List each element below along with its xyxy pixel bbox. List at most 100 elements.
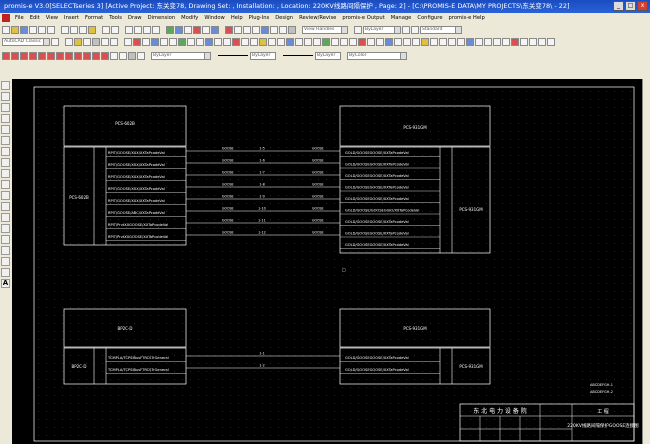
- edit-m-icon[interactable]: [232, 37, 240, 46]
- calculator-icon[interactable]: [202, 25, 210, 34]
- layer-state-icon[interactable]: [101, 37, 109, 46]
- open-folder-icon[interactable]: [11, 25, 19, 34]
- edit-ae-icon[interactable]: [394, 37, 402, 46]
- edit-y-icon[interactable]: [340, 37, 348, 46]
- rectangle-icon[interactable]: [1, 125, 10, 134]
- edit-av-icon[interactable]: [547, 37, 555, 46]
- layer-color-icon[interactable]: [92, 37, 100, 46]
- point-tool-icon[interactable]: [110, 51, 118, 60]
- insert-block-icon[interactable]: [1, 202, 10, 211]
- workspace-settings-icon[interactable]: [51, 37, 59, 46]
- edit-an-icon[interactable]: [475, 37, 483, 46]
- menu-design[interactable]: Design: [272, 15, 296, 21]
- spline-icon[interactable]: [1, 169, 10, 178]
- edit-aq-icon[interactable]: [502, 37, 510, 46]
- edit-j-icon[interactable]: [205, 37, 213, 46]
- arc-icon[interactable]: [1, 136, 10, 145]
- edit-ab-icon[interactable]: [367, 37, 375, 46]
- spline-tool-icon[interactable]: [74, 51, 82, 60]
- edit-t-icon[interactable]: [295, 37, 303, 46]
- copy-icon[interactable]: [70, 25, 78, 34]
- edit-ai-icon[interactable]: [430, 37, 438, 46]
- table-icon[interactable]: [1, 268, 10, 277]
- promise-symbol-icon[interactable]: [243, 25, 251, 34]
- promise-wire-icon[interactable]: [252, 25, 260, 34]
- pline-tool-icon[interactable]: [20, 51, 28, 60]
- right-scrollbar[interactable]: [642, 79, 650, 444]
- plotstyle-combo[interactable]: ByColor: [347, 51, 407, 60]
- edit-k-icon[interactable]: [214, 37, 222, 46]
- maximize-button[interactable]: □: [625, 1, 636, 11]
- workspace-combo[interactable]: AutoCAD Classic: [2, 37, 50, 46]
- menu-help[interactable]: Help: [228, 15, 246, 21]
- edit-r-icon[interactable]: [277, 37, 285, 46]
- layer-lock-icon[interactable]: [83, 37, 91, 46]
- edit-c-icon[interactable]: [142, 37, 150, 46]
- edit-aj-icon[interactable]: [439, 37, 447, 46]
- arc-tool-icon[interactable]: [47, 51, 55, 60]
- pan-icon[interactable]: [125, 25, 133, 34]
- new-file-icon[interactable]: [2, 25, 10, 34]
- paste-icon[interactable]: [79, 25, 87, 34]
- zoom-icon[interactable]: [134, 25, 142, 34]
- construction-line-icon[interactable]: [1, 92, 10, 101]
- promise-project-icon[interactable]: [225, 25, 233, 34]
- region-tool-icon[interactable]: [137, 51, 145, 60]
- edit-g-icon[interactable]: [178, 37, 186, 46]
- markup-icon[interactable]: [193, 25, 201, 34]
- view-handles-combo[interactable]: View Handles: [302, 25, 348, 34]
- edit-ad-icon[interactable]: [385, 37, 393, 46]
- help-icon[interactable]: [211, 25, 219, 34]
- promise-page-icon[interactable]: [234, 25, 242, 34]
- menu-review[interactable]: Review/Revise: [296, 15, 339, 21]
- promise-settings-icon[interactable]: [288, 25, 296, 34]
- layer-on-icon[interactable]: [65, 37, 73, 46]
- promise-terminal-icon[interactable]: [279, 25, 287, 34]
- color-combo-top[interactable]: ByLayer: [363, 25, 401, 34]
- edit-ak-icon[interactable]: [448, 37, 456, 46]
- edit-p-icon[interactable]: [259, 37, 267, 46]
- menu-window[interactable]: Window: [201, 15, 227, 21]
- preview-icon[interactable]: [38, 25, 46, 34]
- menu-edit[interactable]: Edit: [27, 15, 43, 21]
- menu-file[interactable]: File: [12, 15, 27, 21]
- edit-q-icon[interactable]: [268, 37, 276, 46]
- zoom-previous-icon[interactable]: [152, 25, 160, 34]
- circle-tool-icon[interactable]: [56, 51, 64, 60]
- zoom-window-icon[interactable]: [143, 25, 151, 34]
- rect-tool-icon[interactable]: [38, 51, 46, 60]
- menu-format[interactable]: Format: [82, 15, 106, 21]
- menu-output[interactable]: promis-e Output: [339, 15, 387, 21]
- edit-e-icon[interactable]: [160, 37, 168, 46]
- app-icon[interactable]: [2, 14, 10, 22]
- edit-i-icon[interactable]: [196, 37, 204, 46]
- edit-at-icon[interactable]: [529, 37, 537, 46]
- cut-icon[interactable]: [61, 25, 69, 34]
- drawing-canvas[interactable]: PCS-602B PCS-602B RPIT/GOOSE/XXX/XXTaPco…: [12, 79, 642, 444]
- edit-u-icon[interactable]: [304, 37, 312, 46]
- layer-prev-icon[interactable]: [110, 37, 118, 46]
- edit-f-icon[interactable]: [169, 37, 177, 46]
- edit-a-icon[interactable]: [124, 37, 132, 46]
- insert-tool-icon[interactable]: [101, 51, 109, 60]
- edit-au-icon[interactable]: [538, 37, 546, 46]
- edit-as-icon[interactable]: [520, 37, 528, 46]
- edit-w-icon[interactable]: [322, 37, 330, 46]
- xline-tool-icon[interactable]: [11, 51, 19, 60]
- edit-af-icon[interactable]: [403, 37, 411, 46]
- hatch-icon[interactable]: [1, 235, 10, 244]
- save-icon[interactable]: [20, 25, 28, 34]
- redo-icon[interactable]: [111, 25, 119, 34]
- ellipse-icon[interactable]: [1, 180, 10, 189]
- close-button[interactable]: x: [637, 1, 648, 11]
- edit-ap-icon[interactable]: [493, 37, 501, 46]
- layer-freeze-icon[interactable]: [74, 37, 82, 46]
- gradient-tool-icon[interactable]: [128, 51, 136, 60]
- make-block-icon[interactable]: [1, 213, 10, 222]
- properties-icon[interactable]: [166, 25, 174, 34]
- publish-icon[interactable]: [47, 25, 55, 34]
- edit-ag-icon[interactable]: [412, 37, 420, 46]
- menu-configure[interactable]: Configure: [414, 15, 445, 21]
- gradient-icon[interactable]: [1, 246, 10, 255]
- promise-cable-icon[interactable]: [270, 25, 278, 34]
